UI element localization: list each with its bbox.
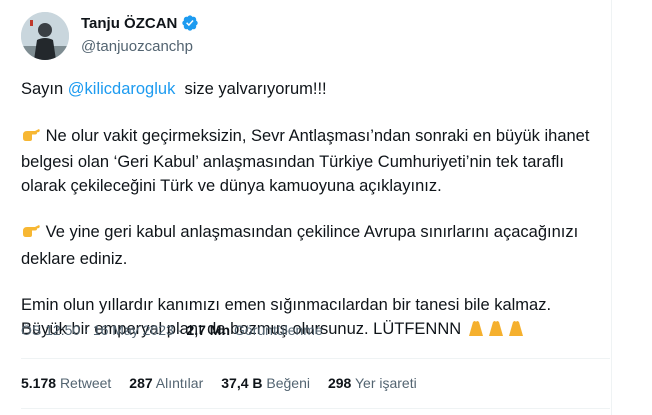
tweet-line-1: Sayın @kilicdarogluk size yalvarıyorum!!… [21, 78, 601, 102]
tweet-line-1-suffix: size yalvarıyorum!!! [175, 80, 327, 98]
tweet-date[interactable]: 16 May 2023 [93, 322, 174, 338]
divider [21, 408, 610, 409]
meta-separator: · [177, 322, 183, 338]
retweets-count: 5.178 [21, 375, 57, 391]
author-handle[interactable]: @tanjuozcanchp [81, 38, 193, 55]
tweet-text: Sayın @kilicdarogluk size yalvarıyorum!!… [21, 78, 601, 344]
likes-stat[interactable]: 37,4 B Beğeni [221, 375, 310, 391]
quotes-label: Alıntılar [155, 375, 204, 391]
pointing-hand-icon [21, 126, 41, 152]
retweets-label: Retweet [59, 375, 112, 391]
pointing-hand-icon [21, 222, 41, 248]
verified-badge-icon [181, 14, 199, 32]
tweet-card: Tanju ÖZCAN @tanjuozcanchp Sayın @kilicd… [0, 0, 610, 415]
tweet-paragraph-3: Ve yine geri kabul anlaşmasından çekilin… [21, 221, 601, 271]
author-name-row[interactable]: Tanju ÖZCAN [81, 14, 199, 32]
tweet-time[interactable]: ÖS 12:50 [21, 322, 80, 338]
retweets-stat[interactable]: 5.178 Retweet [21, 375, 111, 391]
views-label: Görüntülenme [234, 322, 323, 338]
avatar[interactable] [21, 12, 69, 60]
tweet-line-1-prefix: Sayın [21, 80, 68, 98]
bookmarks-count: 298 [327, 375, 352, 391]
views-count: 2,7 Mn [186, 322, 231, 338]
bookmarks-stat[interactable]: 298 Yer işareti [328, 375, 417, 391]
author-display-name[interactable]: Tanju ÖZCAN [81, 15, 177, 32]
meta-separator: · [84, 322, 89, 338]
folded-hands-icon [466, 319, 526, 345]
bookmarks-label: Yer işareti [354, 375, 417, 391]
right-column [612, 0, 652, 415]
likes-count: 37,4 B [221, 375, 263, 391]
quotes-count: 287 [129, 375, 153, 391]
tweet-meta: ÖS 12:50 · 16 May 2023 · 2,7 Mn Görüntül… [21, 322, 323, 338]
likes-label: Beğeni [266, 375, 310, 391]
divider [21, 358, 610, 359]
quotes-stat[interactable]: 287 Alıntılar [129, 375, 203, 391]
mention-link[interactable]: @kilicdarogluk [68, 80, 176, 98]
tweet-paragraph-3-text: Ve yine geri kabul anlaşmasından çekilin… [21, 223, 579, 268]
tweet-paragraph-2: Ne olur vakit geçirmeksizin, Sevr Antlaş… [21, 125, 601, 199]
tweet-stats: 5.178 Retweet 287 Alıntılar 37,4 B Beğen… [21, 375, 417, 391]
tweet-paragraph-2-text: Ne olur vakit geçirmeksizin, Sevr Antlaş… [21, 126, 590, 195]
